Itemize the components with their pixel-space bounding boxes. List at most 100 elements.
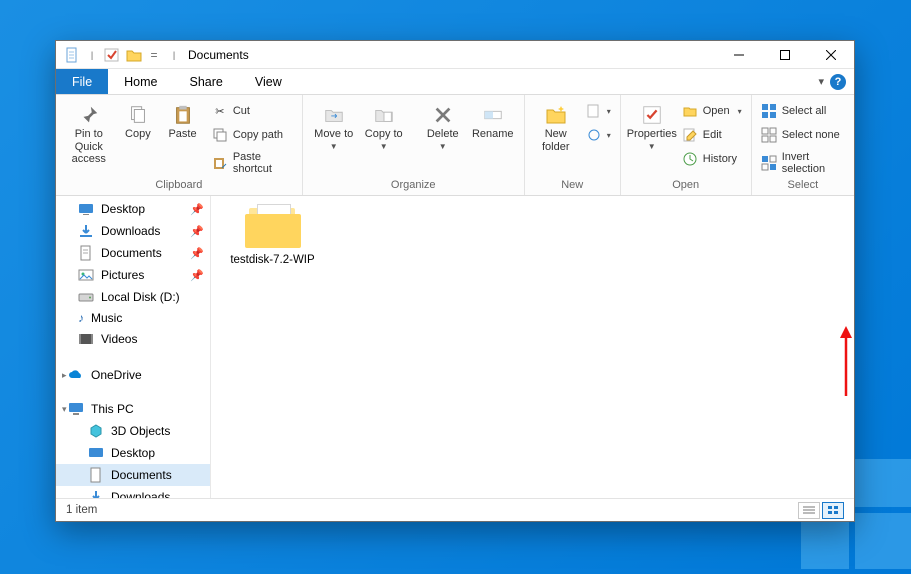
nav-3d-objects[interactable]: 3D Objects: [56, 420, 210, 442]
group-open: Properties▼ Open▾ Edit History Open: [621, 95, 752, 195]
group-organize-label: Organize: [309, 178, 518, 193]
separator: |: [168, 41, 180, 69]
open-button[interactable]: Open▾: [679, 100, 745, 122]
chevron-down-icon: ▼: [648, 142, 656, 151]
music-icon: ♪: [78, 311, 84, 325]
rename-button[interactable]: Rename: [468, 99, 518, 141]
documents-icon: [88, 467, 104, 483]
nav-pictures[interactable]: Pictures📌: [56, 264, 210, 286]
rename-icon: [482, 102, 504, 128]
new-item-button[interactable]: ▾: [583, 100, 614, 122]
history-icon: [682, 151, 698, 167]
chevron-down-icon: ▾: [738, 107, 742, 116]
cut-icon: ✂: [212, 103, 228, 119]
nav-videos[interactable]: Videos: [56, 328, 210, 350]
navigation-pane[interactable]: Desktop📌 Downloads📌 Documents📌 Pictures📌…: [56, 196, 211, 498]
nav-documents-2[interactable]: Documents: [56, 464, 210, 486]
invert-selection-button[interactable]: Invert selection: [758, 148, 848, 178]
close-button[interactable]: [808, 41, 854, 69]
easy-access-icon: [586, 127, 602, 143]
pin-icon: 📌: [190, 269, 204, 282]
chevron-down-icon: ▾: [607, 107, 611, 116]
new-folder-button[interactable]: New folder: [531, 99, 581, 153]
nav-documents[interactable]: Documents📌: [56, 242, 210, 264]
select-none-icon: [761, 127, 777, 143]
chevron-right-icon[interactable]: ▸: [62, 370, 67, 381]
videos-icon: [78, 331, 94, 347]
properties-check-icon[interactable]: [104, 47, 120, 63]
chevron-down-icon: ▾: [607, 131, 611, 140]
properties-button[interactable]: Properties▼: [627, 99, 677, 151]
annotation-arrow: [836, 326, 856, 396]
group-select-label: Select: [758, 178, 848, 193]
copy-to-button[interactable]: Copy to▼: [359, 99, 409, 151]
nav-music[interactable]: ♪Music: [56, 308, 210, 328]
select-none-button[interactable]: Select none: [758, 124, 848, 146]
tab-home[interactable]: Home: [108, 69, 173, 94]
documents-icon: [78, 245, 94, 261]
paste-button[interactable]: Paste: [160, 99, 205, 141]
chevron-down-icon: ▼: [330, 142, 338, 151]
folder-icon[interactable]: [126, 47, 142, 63]
status-item-count: 1 item: [66, 504, 97, 516]
group-clipboard: Pin to Quick access Copy Paste ✂Cut Copy…: [56, 95, 303, 195]
chevron-down-icon: ▼: [380, 142, 388, 151]
view-large-icons-button[interactable]: [822, 502, 844, 519]
copy-path-icon: [212, 127, 228, 143]
pin-icon: [78, 102, 100, 128]
pin-to-quick-access-button[interactable]: Pin to Quick access: [62, 99, 116, 166]
new-folder-icon: [544, 102, 568, 128]
edit-button[interactable]: Edit: [679, 124, 745, 146]
window-title: Documents: [188, 48, 249, 62]
ribbon-collapse-icon[interactable]: ▾: [818, 75, 824, 88]
new-item-icon: [586, 103, 602, 119]
invert-selection-icon: [761, 155, 777, 171]
quick-access-toolbar: | =: [56, 41, 168, 69]
nav-downloads-2[interactable]: Downloads: [56, 486, 210, 498]
nav-desktop[interactable]: Desktop📌: [56, 198, 210, 220]
downloads-icon: [78, 223, 94, 239]
ribbon: Pin to Quick access Copy Paste ✂Cut Copy…: [56, 95, 854, 196]
view-details-button[interactable]: [798, 502, 820, 519]
minimize-button[interactable]: [716, 41, 762, 69]
list-item[interactable]: testdisk-7.2-WIP: [225, 204, 320, 266]
pin-icon: 📌: [190, 247, 204, 260]
explorer-body: Desktop📌 Downloads📌 Documents📌 Pictures📌…: [56, 196, 854, 498]
nav-desktop-2[interactable]: Desktop: [56, 442, 210, 464]
move-to-icon: [323, 102, 345, 128]
nav-local-disk[interactable]: Local Disk (D:): [56, 286, 210, 308]
group-organize: Move to▼ Copy to▼ Delete▼ Rename Organiz…: [303, 95, 525, 195]
nav-this-pc[interactable]: ▾This PC: [56, 398, 210, 420]
help-icon[interactable]: ?: [830, 74, 846, 90]
copy-path-button[interactable]: Copy path: [209, 124, 296, 146]
chevron-down-icon[interactable]: ▾: [62, 404, 67, 415]
paste-shortcut-button[interactable]: Paste shortcut: [209, 148, 296, 178]
group-open-label: Open: [627, 178, 745, 193]
pin-icon: 📌: [190, 203, 204, 216]
group-select: Select all Select none Invert selection …: [752, 95, 854, 195]
titlebar: | = | Documents: [56, 41, 854, 69]
downloads-icon: [88, 489, 104, 498]
delete-button[interactable]: Delete▼: [418, 99, 468, 151]
content-pane[interactable]: testdisk-7.2-WIP: [211, 196, 854, 498]
onedrive-icon: [68, 367, 84, 383]
maximize-button[interactable]: [762, 41, 808, 69]
nav-onedrive[interactable]: ▸OneDrive: [56, 364, 210, 386]
ribbon-tabs: File Home Share View ▾ ?: [56, 69, 854, 95]
copy-button[interactable]: Copy: [116, 99, 161, 141]
tab-file[interactable]: File: [56, 69, 108, 94]
move-to-button[interactable]: Move to▼: [309, 99, 359, 151]
easy-access-button[interactable]: ▾: [583, 124, 614, 146]
select-all-button[interactable]: Select all: [758, 100, 848, 122]
document-icon[interactable]: [64, 47, 80, 63]
copy-to-icon: [373, 102, 395, 128]
nav-downloads[interactable]: Downloads📌: [56, 220, 210, 242]
tab-view[interactable]: View: [239, 69, 298, 94]
tab-share[interactable]: Share: [174, 69, 239, 94]
this-pc-icon: [68, 401, 84, 417]
history-button[interactable]: History: [679, 148, 745, 170]
edit-icon: [682, 127, 698, 143]
qat-dropdown-icon[interactable]: =: [148, 41, 160, 69]
cut-button[interactable]: ✂Cut: [209, 100, 296, 122]
properties-icon: [641, 102, 663, 128]
